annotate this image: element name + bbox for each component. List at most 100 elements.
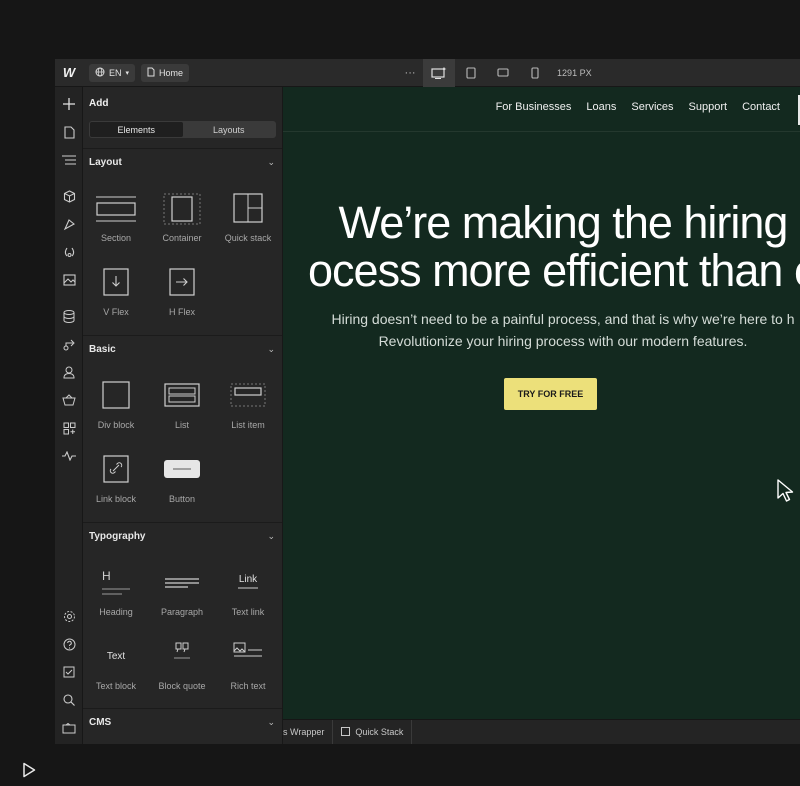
- try-for-free-button[interactable]: TRY FOR FREE: [504, 378, 597, 410]
- section-basic-header[interactable]: Basic ⌄: [83, 335, 282, 363]
- navigator-icon[interactable]: [55, 149, 83, 171]
- element-label: H Flex: [168, 307, 195, 317]
- square-icon: [341, 726, 351, 738]
- element-label: Quick stack: [224, 233, 272, 243]
- play-icon[interactable]: [22, 762, 36, 778]
- list-item-icon: [228, 380, 268, 412]
- tab-elements[interactable]: Elements: [90, 122, 183, 137]
- video-tutorials-icon[interactable]: [55, 717, 83, 739]
- assets-icon[interactable]: [55, 269, 83, 291]
- audit-checklist-icon[interactable]: [55, 661, 83, 683]
- desktop-breakpoint-icon[interactable]: [423, 59, 456, 87]
- section-basic-title: Basic: [89, 344, 116, 355]
- components-icon[interactable]: [55, 185, 83, 207]
- more-options-icon[interactable]: ···: [397, 59, 423, 87]
- add-icon[interactable]: [55, 93, 83, 115]
- logic-icon[interactable]: [55, 333, 83, 355]
- page-label: Home: [159, 67, 184, 78]
- mobile-landscape-breakpoint-icon[interactable]: [487, 59, 519, 87]
- v-flex-icon: [96, 267, 136, 299]
- design-canvas[interactable]: For Businesses Loans Services Support Co…: [283, 87, 800, 719]
- hero-heading-line-1[interactable]: We’re making the hiring: [283, 199, 800, 247]
- element-label: List: [174, 420, 189, 430]
- element-heading[interactable]: H Heading: [83, 559, 149, 629]
- chevron-down-icon: ⌄: [267, 157, 275, 167]
- element-text-link[interactable]: Link Text link: [215, 559, 281, 629]
- element-link-block[interactable]: Link block: [83, 446, 149, 516]
- section-icon: [96, 193, 136, 225]
- site-navbar: For Businesses Loans Services Support Co…: [496, 101, 780, 113]
- chevron-down-icon: ⌄: [267, 531, 275, 541]
- element-label: Container: [162, 233, 202, 243]
- element-paragraph[interactable]: Paragraph: [149, 559, 215, 629]
- breadcrumb-label: Quick Stack: [355, 727, 404, 737]
- paragraph-icon: [162, 567, 202, 599]
- nav-link-services[interactable]: Services: [631, 101, 673, 113]
- element-label: Rich text: [230, 681, 266, 691]
- globe-icon: [95, 67, 105, 79]
- insights-icon[interactable]: [55, 445, 83, 467]
- text-link-icon: Link: [228, 567, 268, 599]
- element-container[interactable]: Container: [149, 185, 215, 255]
- element-text-block[interactable]: Text Text block: [83, 633, 149, 703]
- breadcrumb-quick-stack[interactable]: Quick Stack: [333, 719, 413, 744]
- elements-layouts-toggle: Elements Layouts: [89, 121, 276, 138]
- language-label: EN: [109, 67, 122, 78]
- element-breadcrumb-bar: s Wrapper Quick Stack: [283, 719, 800, 744]
- element-list-item[interactable]: List item: [215, 372, 281, 442]
- hero-subtext-line-1[interactable]: Hiring doesn’t need to be a painful proc…: [283, 308, 800, 330]
- button-icon: [162, 454, 202, 486]
- top-toolbar: W EN ▾ Home ··· 1291 PX: [55, 59, 800, 87]
- element-block-quote[interactable]: Block quote: [149, 633, 215, 703]
- element-quick-stack[interactable]: Quick stack: [215, 185, 281, 255]
- ecommerce-icon[interactable]: [55, 389, 83, 411]
- nav-link-contact[interactable]: Contact: [742, 101, 780, 113]
- element-button[interactable]: Button: [149, 446, 215, 516]
- section-typography-header[interactable]: Typography ⌄: [83, 522, 282, 550]
- section-layout-header[interactable]: Layout ⌄: [83, 148, 282, 176]
- section-cms-header[interactable]: CMS ⌄: [83, 708, 282, 736]
- tablet-breakpoint-icon[interactable]: [455, 59, 487, 87]
- quote-icon: [162, 641, 202, 673]
- nav-link-support[interactable]: Support: [689, 101, 728, 113]
- element-div-block[interactable]: Div block: [83, 372, 149, 442]
- element-rich-text[interactable]: Rich text: [215, 633, 281, 703]
- breadcrumb-label: s Wrapper: [283, 727, 325, 737]
- h-flex-icon: [162, 267, 202, 299]
- element-list[interactable]: List: [149, 372, 215, 442]
- styles-icon[interactable]: [55, 213, 83, 235]
- apps-icon[interactable]: [55, 417, 83, 439]
- breadcrumb-wrapper[interactable]: s Wrapper: [283, 719, 334, 744]
- element-label: Text block: [95, 681, 137, 691]
- webflow-logo[interactable]: W: [55, 59, 83, 87]
- settings-icon[interactable]: [55, 605, 83, 627]
- element-label: Paragraph: [160, 607, 204, 617]
- element-label: Section: [100, 233, 132, 243]
- element-section[interactable]: Section: [83, 185, 149, 255]
- section-layout-title: Layout: [89, 157, 122, 168]
- search-icon[interactable]: [55, 689, 83, 711]
- page-icon: [147, 67, 155, 79]
- tab-layouts[interactable]: Layouts: [183, 122, 276, 137]
- mobile-portrait-breakpoint-icon[interactable]: [519, 59, 551, 87]
- element-label: Heading: [99, 607, 133, 617]
- div-block-icon: [96, 380, 136, 412]
- pages-icon[interactable]: [55, 121, 83, 143]
- cms-icon[interactable]: [55, 305, 83, 327]
- canvas-width-readout: 1291 PX: [557, 67, 592, 78]
- element-label: Text link: [231, 607, 265, 617]
- webflow-designer-window: W EN ▾ Home ··· 1291 PX Add Elements Lay…: [55, 59, 800, 744]
- element-label: List item: [231, 420, 265, 430]
- help-icon[interactable]: [55, 633, 83, 655]
- variables-icon[interactable]: [55, 241, 83, 263]
- link-block-icon: [96, 454, 136, 486]
- page-selector[interactable]: Home: [141, 63, 190, 82]
- nav-link-for-businesses[interactable]: For Businesses: [496, 101, 572, 113]
- element-h-flex[interactable]: H Flex: [149, 259, 215, 329]
- hero-heading-line-2[interactable]: ocess more efficient than e: [283, 247, 800, 295]
- users-icon[interactable]: [55, 361, 83, 383]
- element-v-flex[interactable]: V Flex: [83, 259, 149, 329]
- nav-link-loans[interactable]: Loans: [586, 101, 616, 113]
- language-selector[interactable]: EN ▾: [89, 63, 136, 82]
- hero-subtext-line-2[interactable]: Revolutionize your hiring process with o…: [283, 330, 800, 352]
